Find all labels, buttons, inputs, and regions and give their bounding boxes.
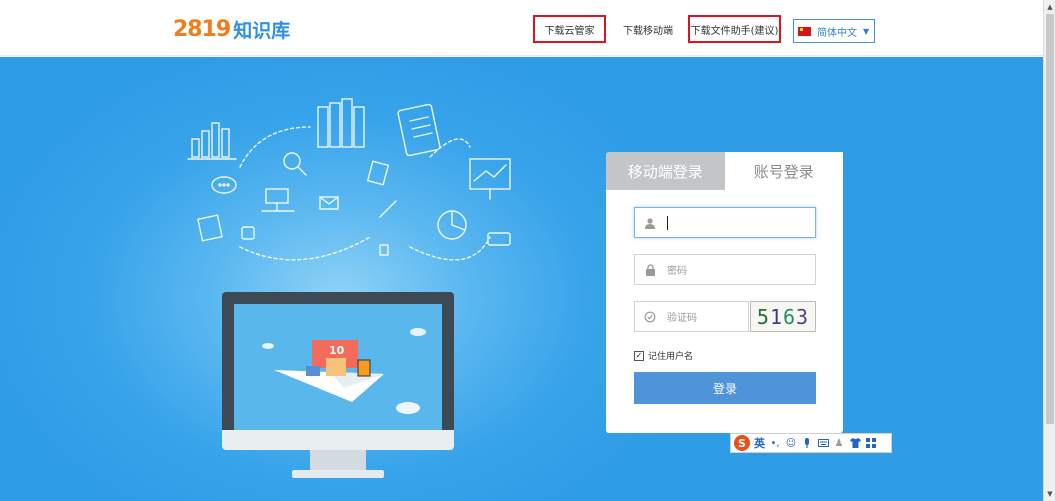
ime-mode-toggle[interactable]: 英 <box>754 435 765 451</box>
monitor-screen: 10 <box>234 304 442 430</box>
tab-account-login[interactable]: 账号登录 <box>724 152 843 190</box>
keyboard-icon[interactable] <box>817 437 829 449</box>
captcha-input[interactable]: 验证码 <box>634 301 749 332</box>
login-button-label: 登录 <box>712 381 737 396</box>
remember-username: ✓ 记住用户名 <box>634 349 693 362</box>
download-cloud-manager-label: 下载云管家 <box>544 25 595 37</box>
magnifier-doodle-icon <box>283 152 307 176</box>
user-icon <box>643 217 657 229</box>
language-select[interactable]: 简体中文 ▼ <box>793 19 875 43</box>
username-input[interactable] <box>634 207 816 238</box>
captcha-char: 5 <box>756 304 770 329</box>
pie-chart-doodle-icon <box>437 210 467 240</box>
shield-check-icon <box>643 311 657 323</box>
language-label: 简体中文 <box>817 27 857 39</box>
password-input[interactable]: 密码 <box>634 254 816 285</box>
user-avatar-icon[interactable]: ♟ <box>833 437 845 449</box>
clipboard-doodle-icon <box>397 103 441 157</box>
logo-text: 知识库 <box>233 19 291 42</box>
login-button[interactable]: 登录 <box>634 372 816 404</box>
captcha-char: 6 <box>783 304 797 329</box>
scroll-up-arrow-icon[interactable]: ▲ <box>1044 1 1055 13</box>
punctuation-icon[interactable]: •, <box>769 437 781 449</box>
monitor-chin <box>222 430 454 450</box>
password-placeholder: 密码 <box>667 266 687 277</box>
text-cursor <box>667 215 668 230</box>
skin-shirt-icon[interactable] <box>849 437 861 449</box>
emoji-icon[interactable]: ☺ <box>785 437 797 449</box>
remember-label: 记住用户名 <box>648 352 694 362</box>
china-flag-icon <box>798 26 811 36</box>
login-card: 移动端登录 账号登录 密码 验证码 5 1 6 3 ✓ 记住用户名 登录 <box>606 152 843 433</box>
microphone-icon[interactable] <box>801 437 813 449</box>
download-file-assistant-label: 下载文件助手(建议) <box>690 25 779 37</box>
lock-icon <box>643 263 657 276</box>
tab-account-login-label: 账号登录 <box>753 162 814 181</box>
download-file-assistant-link[interactable]: 下载文件助手(建议) <box>688 15 781 43</box>
monitor-badge: 10 <box>329 344 345 357</box>
binders-doodle-icon <box>317 98 365 148</box>
tab-mobile-login[interactable]: 移动端登录 <box>606 152 725 190</box>
captcha-char: 1 <box>769 304 783 329</box>
square-doodle-icon <box>241 226 255 240</box>
page-scrollbar[interactable]: ▲ ▼ <box>1043 0 1055 501</box>
toolbox-grid-icon[interactable] <box>865 437 877 449</box>
top-header: 2819 知识库 下载云管家 下载移动端 下载文件助手(建议) 简体中文 ▼ <box>0 0 1043 56</box>
download-mobile-link[interactable]: 下载移动端 <box>617 15 679 43</box>
keyboard-doodle-icon <box>487 232 511 246</box>
scroll-down-arrow-icon[interactable]: ▼ <box>1044 488 1055 500</box>
monitor-neck <box>310 450 366 472</box>
trash-doodle-icon <box>379 244 389 256</box>
chevron-down-icon: ▼ <box>863 26 870 36</box>
memo-doodle-icon <box>197 214 223 242</box>
monitor-base <box>292 470 384 478</box>
sogou-logo-icon[interactable]: S <box>734 435 750 451</box>
captcha-image[interactable]: 5 1 6 3 <box>750 301 816 332</box>
bar-chart-doodle-icon <box>187 122 237 160</box>
monitor-illustration: 10 <box>222 292 454 482</box>
scroll-thumb[interactable] <box>1046 14 1054 424</box>
download-mobile-label: 下载移动端 <box>623 25 673 37</box>
login-tabs: 移动端登录 账号登录 <box>606 152 843 190</box>
ime-toolbar: S 英 •, ☺ ♟ <box>730 433 892 453</box>
presentation-doodle-icon <box>469 158 511 200</box>
site-logo[interactable]: 2819 知识库 <box>173 16 290 42</box>
envelope-doodle-icon <box>319 196 339 210</box>
tab-mobile-login-label: 移动端登录 <box>627 162 703 181</box>
logo-number: 2819 <box>173 16 231 42</box>
desk-computer-doodle-icon <box>261 188 295 212</box>
note-doodle-icon <box>366 160 390 186</box>
captcha-placeholder: 验证码 <box>667 313 697 324</box>
remember-checkbox[interactable]: ✓ <box>634 350 644 361</box>
chat-bubble-doodle-icon <box>211 176 237 194</box>
captcha-char: 3 <box>796 304 810 329</box>
download-cloud-manager-link[interactable]: 下载云管家 <box>533 15 606 43</box>
pen-doodle-icon <box>379 200 397 218</box>
office-doodle-illustration <box>187 98 511 261</box>
paper-plane-scene-icon <box>262 328 426 414</box>
